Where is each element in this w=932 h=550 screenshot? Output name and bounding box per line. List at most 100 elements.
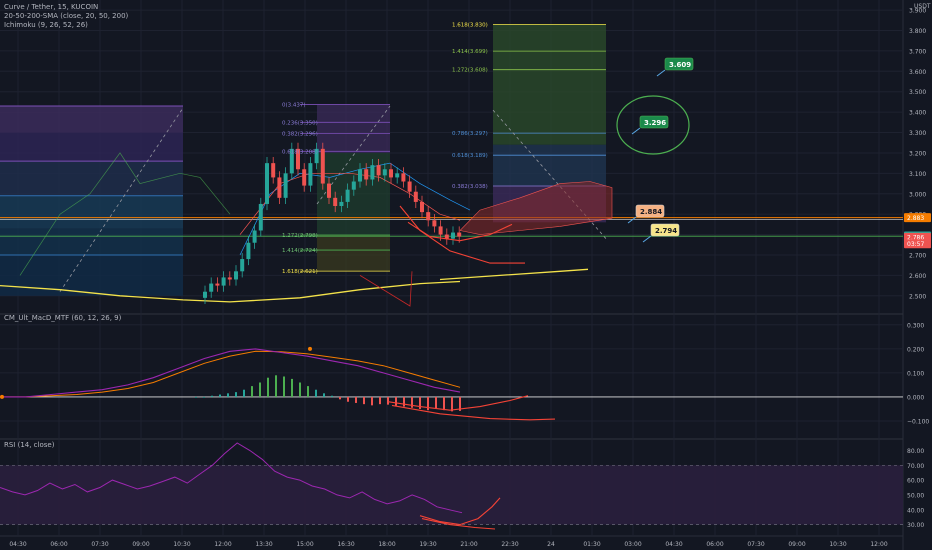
candle-body <box>252 230 257 243</box>
fib-label-right: 0.382(3.038) <box>452 184 488 190</box>
candle-body <box>351 181 356 190</box>
time-tick-label: 16:30 <box>337 541 354 548</box>
fib-band-left <box>0 195 183 229</box>
legend-macd[interactable]: CM_Ult_MacD_MTF (60, 12, 26, 9) <box>4 314 121 322</box>
candle-body <box>333 197 338 206</box>
fib-label-mid: 0.618(3.208) <box>282 149 318 155</box>
fib-label-right: 1.272(3.608) <box>452 68 488 74</box>
rsi-tick-label: 80.00 <box>907 448 924 455</box>
macd-histogram-bar <box>331 395 333 397</box>
time-tick-label: 07:30 <box>747 541 764 548</box>
time-tick-label: 04:30 <box>9 541 26 548</box>
candle-body <box>426 212 431 221</box>
macd-tick-label: 0.200 <box>907 346 924 353</box>
candle-body <box>308 163 313 186</box>
fib-label-mid: 0(3.437) <box>282 103 306 109</box>
price-tick-label: 3.700 <box>909 48 926 55</box>
candle-body <box>407 181 412 192</box>
candle-body <box>320 148 325 184</box>
macd-histogram-bar <box>299 382 301 397</box>
candle-body <box>227 277 232 280</box>
time-tick-label: 12:00 <box>214 541 231 548</box>
rsi-band <box>0 465 903 525</box>
macd-histogram-bar <box>339 396 341 400</box>
candle-body <box>382 169 387 176</box>
callout-text: 2.884 <box>640 208 662 216</box>
price-tick-label: 2.500 <box>909 293 926 300</box>
macd-histogram-bar <box>291 378 293 397</box>
candle-body <box>438 226 443 235</box>
candle-body <box>420 201 424 213</box>
time-tick-label: 19:30 <box>419 541 436 548</box>
fib-label-right: 0.786(3.297) <box>452 131 488 137</box>
macd-histogram-bar <box>363 396 365 405</box>
candle-body <box>246 242 251 260</box>
candle-body <box>277 177 282 198</box>
callout-text: 2.794 <box>655 227 677 235</box>
candle-body <box>358 169 362 182</box>
legend-ichimoku[interactable]: Ichimoku (9, 26, 52, 26) <box>4 21 88 29</box>
candle-body <box>395 173 400 178</box>
fib-label-right: 1.618(3.830) <box>452 22 488 28</box>
time-tick-label: 07:30 <box>91 541 108 548</box>
price-tick-label: 3.300 <box>909 130 926 137</box>
macd-histogram-bar <box>283 376 285 397</box>
time-tick-label: 10:30 <box>173 541 190 548</box>
macd-histogram-bar <box>435 396 437 409</box>
fib-label-mid: 1.618(2.621) <box>282 269 318 275</box>
candle-body <box>258 203 263 231</box>
macd-histogram-bar <box>203 396 205 398</box>
macd-histogram-bar <box>451 396 453 412</box>
candle-body <box>302 169 307 186</box>
candle-body <box>444 234 449 239</box>
time-tick-label: 09:00 <box>788 541 805 548</box>
time-tick-label: 06:00 <box>706 541 723 548</box>
time-tick-label: 24 <box>547 541 555 548</box>
candle-body <box>339 201 344 206</box>
trading-chart[interactable]: 3.9003.8003.7003.6003.5003.4003.3003.200… <box>0 0 932 550</box>
candle-body <box>389 169 393 178</box>
time-tick-label: 13:30 <box>255 541 272 548</box>
rsi-tick-label: 70.00 <box>907 463 924 470</box>
callout-text: 3.609 <box>669 61 691 69</box>
fib-label-right: 1.414(3.699) <box>452 49 488 55</box>
candle-body <box>327 183 331 198</box>
macd-histogram-bar <box>195 396 197 398</box>
legend-sma[interactable]: 20-50-200-SMA (close, 20, 50, 200) <box>4 12 128 20</box>
price-badge-text: 03:57 <box>907 241 924 248</box>
macd-histogram-bar <box>387 396 389 405</box>
price-tick-label: 3.500 <box>909 89 926 96</box>
price-tick-label: 3.100 <box>909 171 926 178</box>
time-tick-label: 03:00 <box>624 541 641 548</box>
candle-body <box>265 163 269 204</box>
fib-label-mid: 0.382(3.296) <box>282 131 318 137</box>
macd-histogram-bar <box>275 375 277 397</box>
macd-histogram-bar <box>307 386 309 397</box>
price-badge-text: 2.883 <box>907 215 924 222</box>
fib-band-mid-yellow <box>317 234 390 272</box>
macd-cross-dot-left <box>0 394 4 399</box>
macd-histogram-bar <box>211 395 213 397</box>
candle-body <box>364 169 369 180</box>
time-tick-label: 04:30 <box>665 541 682 548</box>
price-tick-label: 3.200 <box>909 150 926 157</box>
fib-band-right-blue <box>493 144 606 186</box>
candle-body <box>271 163 276 178</box>
rsi-tick-label: 40.00 <box>907 507 924 514</box>
legend-symbol[interactable]: Curve / Tether, 15, KUCOIN <box>4 3 98 11</box>
price-tick-label: 3.800 <box>909 28 926 35</box>
candle-body <box>221 277 226 286</box>
fib-label-mid: 1.414(2.724) <box>282 248 318 254</box>
fib-label-right: 0.618(3.189) <box>452 153 488 159</box>
candle-body <box>457 232 462 237</box>
callout-text: 3.296 <box>644 119 666 127</box>
macd-histogram-bar <box>251 386 253 397</box>
time-tick-label: 18:00 <box>378 541 395 548</box>
rsi-tick-label: 30.00 <box>907 522 924 529</box>
candle-body <box>215 283 220 286</box>
time-tick-label: 01:30 <box>583 541 600 548</box>
legend-rsi[interactable]: RSI (14, close) <box>4 441 54 449</box>
price-tick-label: 3.000 <box>909 191 926 198</box>
currency-label: USDT <box>914 3 931 10</box>
macd-histogram-bar <box>443 396 445 411</box>
